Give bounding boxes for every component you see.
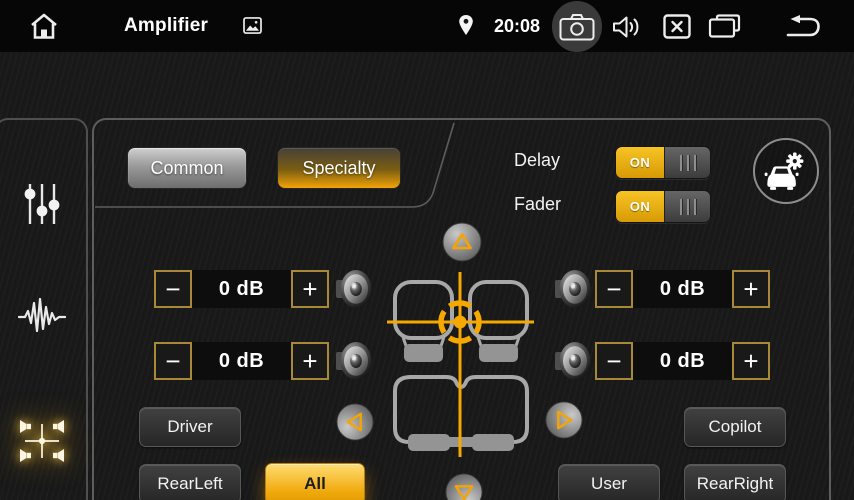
close-app-button[interactable] [663, 14, 691, 44]
page-title: Amplifier [124, 15, 208, 37]
camera-icon [559, 13, 595, 41]
balance-right-button[interactable] [545, 401, 583, 439]
amplifier-panel: Common Specialty Delay ON Fader ON [92, 118, 831, 500]
gain-front-left-plus-button[interactable]: + [291, 270, 329, 308]
tab-specialty[interactable]: Specialty [277, 147, 401, 189]
status-bar: Amplifier 20:08 [0, 0, 854, 53]
fader-toggle[interactable]: ON [615, 190, 711, 223]
gain-front-left: − 0 dB + [154, 270, 329, 308]
tab-common[interactable]: Common [127, 147, 247, 189]
location-indicator [458, 13, 474, 42]
tab-common-label: Common [150, 158, 223, 179]
recent-apps-icon [708, 14, 741, 38]
volume-button[interactable] [612, 15, 642, 44]
sidebar-item-effects[interactable] [18, 296, 66, 338]
delay-toggle[interactable]: ON [615, 146, 711, 179]
waveform-icon [18, 296, 66, 338]
gain-front-left-minus-button[interactable]: − [154, 270, 192, 308]
car-settings-icon [764, 149, 808, 193]
gain-rear-left-plus-button[interactable]: + [291, 342, 329, 380]
balance-left-button[interactable] [336, 403, 374, 441]
fader-toggle-on-label: ON [616, 191, 664, 222]
gain-rear-right-value: 0 dB [633, 350, 732, 373]
zone-copilot-button[interactable]: Copilot [684, 407, 786, 447]
delay-toggle-on-label: ON [616, 147, 664, 178]
amplifier-screen: Amplifier 20:08 [0, 0, 854, 500]
zone-rearright-button[interactable]: RearRight [684, 464, 786, 500]
balance-up-button[interactable] [442, 222, 482, 262]
home-icon [28, 11, 60, 42]
zone-copilot-label: Copilot [709, 417, 762, 437]
gain-front-right-value: 0 dB [633, 278, 732, 301]
gain-rear-right: − 0 dB + [595, 342, 770, 380]
balance-crosshair [387, 272, 534, 457]
zone-driver-label: Driver [167, 417, 212, 437]
volume-icon [612, 15, 642, 39]
screenshot-button[interactable] [552, 1, 602, 52]
gallery-button[interactable] [243, 17, 262, 39]
gain-front-right-minus-button[interactable]: − [595, 270, 633, 308]
balance-down-button[interactable] [445, 473, 483, 500]
fader-balance-icon [17, 416, 67, 466]
location-pin-icon [458, 13, 474, 37]
content-area: Common Specialty Delay ON Fader ON [0, 52, 854, 500]
tab-specialty-label: Specialty [302, 158, 375, 179]
zone-driver-button[interactable]: Driver [139, 407, 241, 447]
sidebar [0, 118, 88, 500]
gain-rear-left-minus-button[interactable]: − [154, 342, 192, 380]
clock: 20:08 [494, 16, 540, 37]
sidebar-item-equalizer[interactable] [22, 181, 62, 227]
gain-front-right-plus-button[interactable]: + [732, 270, 770, 308]
home-button[interactable] [28, 11, 60, 47]
image-icon [243, 17, 262, 34]
gain-rear-right-plus-button[interactable]: + [732, 342, 770, 380]
zone-rearleft-label: RearLeft [157, 474, 222, 494]
gain-front-left-value: 0 dB [192, 278, 291, 301]
zone-rearright-label: RearRight [697, 474, 774, 494]
delay-label: Delay [514, 150, 560, 171]
gain-front-right: − 0 dB + [595, 270, 770, 308]
back-icon [784, 15, 821, 38]
fader-toggle-handle [664, 191, 710, 222]
back-button[interactable] [784, 15, 821, 43]
recent-apps-button[interactable] [708, 14, 741, 43]
car-settings-button[interactable] [753, 138, 819, 204]
zone-all-button[interactable]: All [265, 463, 365, 500]
gain-rear-left-value: 0 dB [192, 350, 291, 373]
zone-all-label: All [304, 474, 326, 494]
delay-toggle-handle [664, 147, 710, 178]
zone-rearleft-button[interactable]: RearLeft [139, 464, 241, 500]
zone-user-label: User [591, 474, 627, 494]
sidebar-item-fader-balance[interactable] [17, 416, 67, 466]
close-window-icon [663, 14, 691, 39]
zone-user-button[interactable]: User [558, 464, 660, 500]
gain-rear-left: − 0 dB + [154, 342, 329, 380]
equalizer-icon [22, 181, 62, 227]
gain-rear-right-minus-button[interactable]: − [595, 342, 633, 380]
